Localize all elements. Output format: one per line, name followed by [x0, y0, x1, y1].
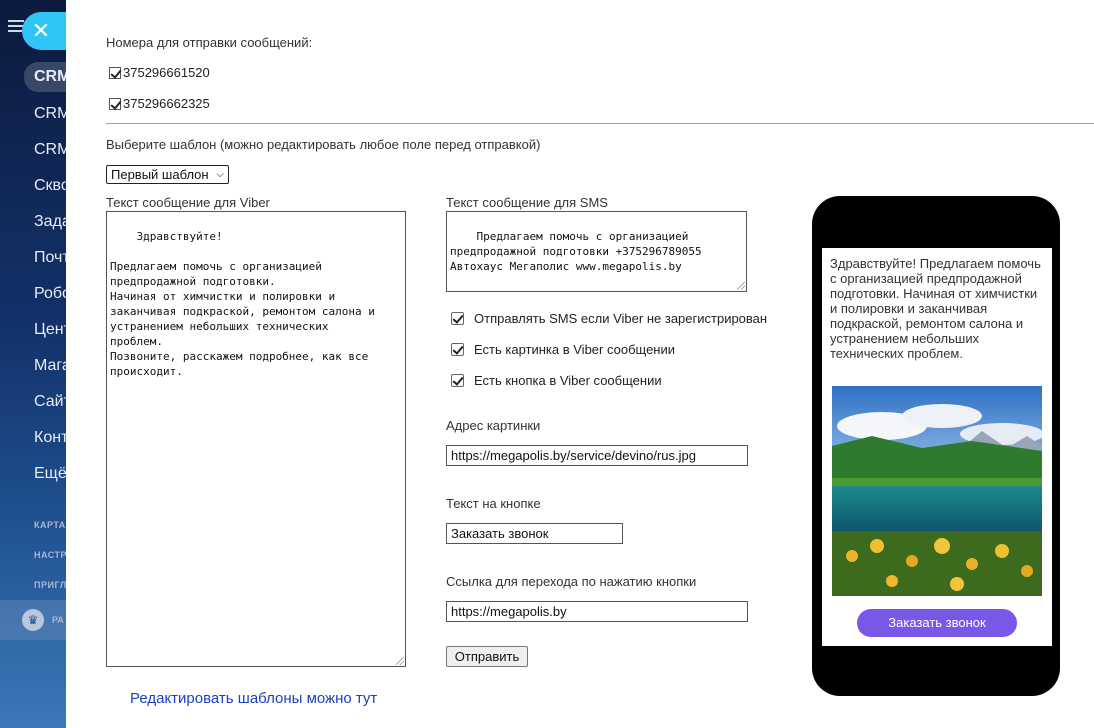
phone-screen: Здравствуйте! Предлагаем помочь с органи… [822, 248, 1052, 646]
viber-text-label: Текст сообщение для Viber [106, 195, 270, 210]
template-select[interactable]: Первый шаблон ⌵ [106, 165, 229, 184]
sidebar-item[interactable]: Зада [24, 206, 66, 242]
sidebar-upgrade-item[interactable]: ♛ РА [0, 600, 66, 640]
option-label: Отправлять SMS если Viber не зарегистрир… [474, 311, 768, 326]
image-url-value: https://megapolis.by/service/devino/rus.… [451, 448, 696, 463]
sidebar-small-item[interactable]: КАРТА [24, 510, 66, 540]
template-select-value: Первый шаблон [111, 167, 209, 182]
checkbox-checked-icon[interactable] [109, 66, 121, 79]
crown-icon: ♛ [22, 609, 44, 631]
edit-templates-link[interactable]: Редактировать шаблоны можно тут [130, 690, 377, 707]
sidebar-small-item[interactable]: ПРИГЛ [24, 570, 66, 600]
background-menu: CRM CRM CRM Скво Зада Почт Робо Цент Маг… [0, 62, 66, 640]
sidebar-item[interactable]: Мага [24, 350, 66, 386]
button-link-label: Ссылка для перехода по нажатию кнопки [446, 574, 697, 589]
sidebar-item[interactable]: Цент [24, 314, 66, 350]
sidebar-upgrade-label: РА [52, 615, 64, 625]
send-message-panel: Номера для отправки сообщений: 375296661… [66, 0, 1094, 728]
landscape-image [832, 386, 1042, 596]
phone-preview: Здравствуйте! Предлагаем помочь с органи… [812, 196, 1060, 696]
template-label: Выберите шаблон (можно редактировать люб… [106, 137, 541, 152]
sidebar-item[interactable]: CRM [24, 98, 66, 134]
send-button[interactable]: Отправить [446, 646, 528, 667]
button-link-input[interactable]: https://megapolis.by [446, 601, 748, 622]
close-slider-button[interactable]: ✕ [22, 12, 66, 50]
resize-grip-icon[interactable] [737, 282, 745, 290]
checkbox-checked-icon[interactable] [451, 374, 464, 387]
preview-call-button: Заказать звонок [857, 609, 1017, 637]
sidebar-item[interactable]: Конт [24, 422, 66, 458]
button-text-label: Текст на кнопке [446, 496, 541, 511]
number-checkbox-row[interactable]: 375296661520 [109, 65, 210, 80]
sidebar-item[interactable]: Скво [24, 170, 66, 206]
button-link-value: https://megapolis.by [451, 604, 567, 619]
preview-image [832, 386, 1042, 596]
image-url-input[interactable]: https://megapolis.by/service/devino/rus.… [446, 445, 748, 466]
sidebar-item-crm-active[interactable]: CRM [24, 62, 66, 92]
phone-number: 375296662325 [123, 96, 210, 111]
sidebar-small-item[interactable]: НАСТР [24, 540, 66, 570]
background-sidebar: CRM CRM CRM Скво Зада Почт Робо Цент Маг… [0, 0, 66, 728]
option-sms-fallback[interactable]: Отправлять SMS если Viber не зарегистрир… [451, 311, 767, 326]
phone-number: 375296661520 [123, 65, 210, 80]
close-icon: ✕ [31, 18, 51, 43]
checkbox-checked-icon[interactable] [109, 97, 121, 110]
sidebar-item[interactable]: Робо [24, 278, 66, 314]
number-checkbox-row[interactable]: 375296662325 [109, 96, 210, 111]
sidebar-item[interactable]: Сайт [24, 386, 66, 422]
preview-message-text: Здравствуйте! Предлагаем помочь с органи… [830, 256, 1045, 370]
button-text-input[interactable]: Заказать звонок [446, 523, 623, 544]
sms-textarea[interactable]: Предлагаем помочь с организацией предпро… [446, 211, 747, 292]
checkbox-checked-icon[interactable] [451, 312, 464, 325]
viber-textarea-value: Здравствуйте! Предлагаем помочь с органи… [110, 230, 375, 378]
sidebar-item[interactable]: CRM [24, 134, 66, 170]
option-has-button[interactable]: Есть кнопка в Viber сообщении [451, 373, 662, 388]
sms-text-label: Текст сообщение для SMS [446, 195, 608, 210]
divider [106, 123, 1094, 124]
numbers-label: Номера для отправки сообщений: [106, 35, 313, 50]
sidebar-item[interactable]: Почт [24, 242, 66, 278]
option-label: Есть картинка в Viber сообщении [474, 342, 675, 357]
sidebar-item[interactable]: Ещё [24, 458, 66, 494]
option-has-image[interactable]: Есть картинка в Viber сообщении [451, 342, 675, 357]
viber-textarea[interactable]: Здравствуйте! Предлагаем помочь с органи… [106, 211, 406, 667]
image-url-label: Адрес картинки [446, 418, 541, 433]
chevron-down-icon: ⌵ [216, 169, 224, 180]
resize-grip-icon[interactable] [396, 657, 404, 665]
sms-textarea-value: Предлагаем помочь с организацией предпро… [450, 230, 702, 273]
option-label: Есть кнопка в Viber сообщении [474, 373, 662, 388]
checkbox-checked-icon[interactable] [451, 343, 464, 356]
button-text-value: Заказать звонок [451, 526, 549, 541]
